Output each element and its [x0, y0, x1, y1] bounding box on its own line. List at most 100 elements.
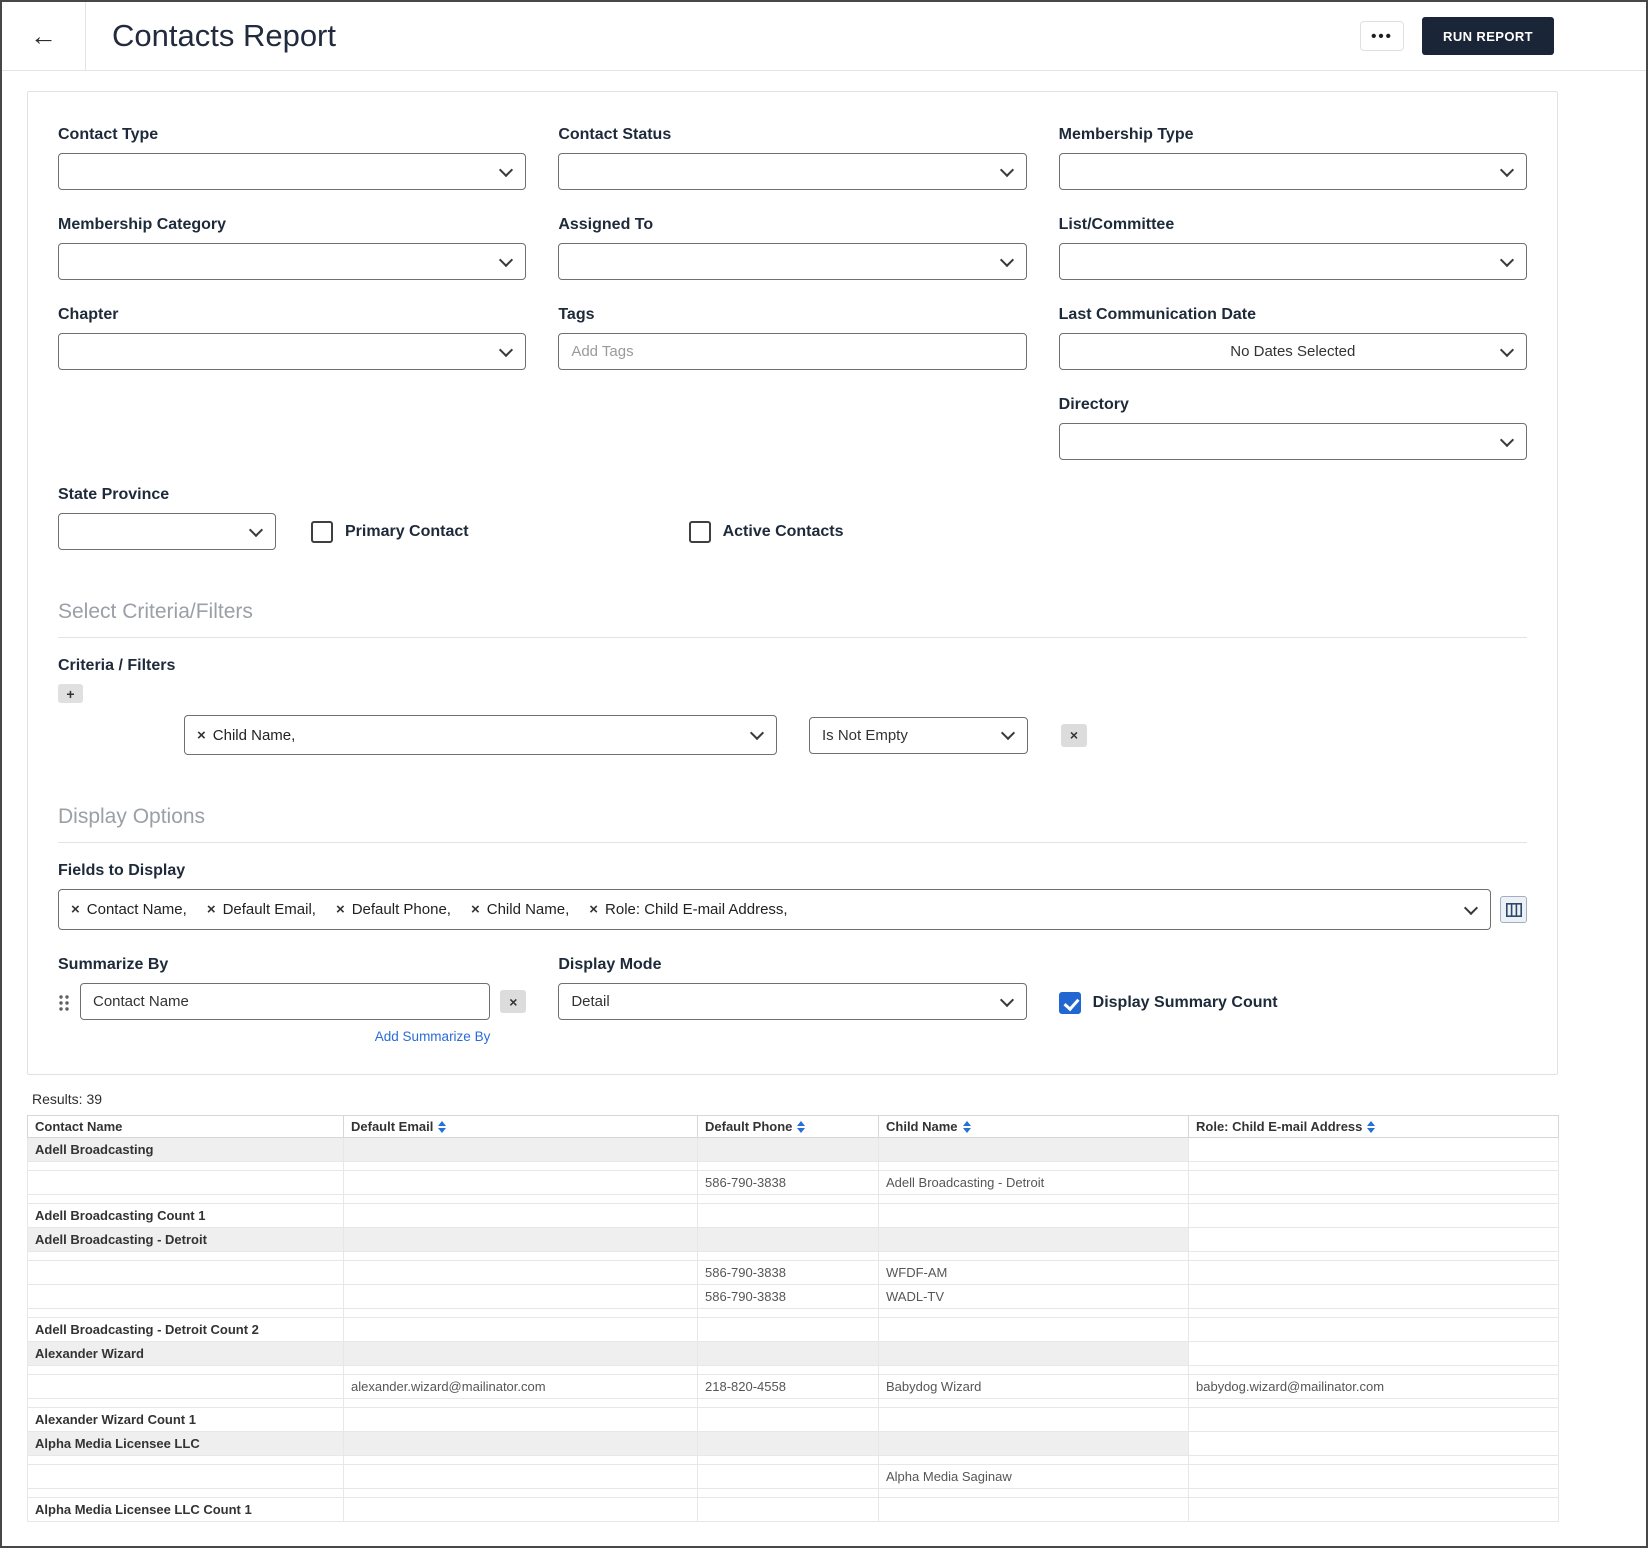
table-cell — [1188, 1227, 1559, 1252]
table-cell — [1188, 1161, 1559, 1171]
table-cell — [343, 1488, 698, 1498]
primary-contact-option: Primary Contact — [311, 521, 469, 543]
table-cell — [1188, 1284, 1559, 1309]
table-cell — [1188, 1203, 1559, 1228]
fields-to-display-select[interactable]: × Contact Name, × Default Email, × Defau… — [58, 889, 1491, 930]
remove-token-icon[interactable]: × — [197, 728, 206, 743]
field-token-label: Default Email, — [222, 901, 316, 918]
summarize-by-column: Summarize By Add Summarize By — [58, 956, 527, 1044]
table-cell — [27, 1194, 344, 1204]
back-button[interactable]: ← — [2, 2, 86, 70]
select-value: No Dates Selected — [1230, 343, 1356, 360]
add-summarize-link[interactable]: Add Summarize By — [80, 1029, 491, 1044]
criteria-section-title: Select Criteria/Filters — [58, 600, 1527, 638]
chapter-select[interactable] — [58, 333, 527, 370]
active-contacts-checkbox[interactable] — [688, 521, 711, 543]
field-token: × Default Email, — [207, 901, 316, 918]
remove-token-icon[interactable]: × — [71, 902, 80, 917]
summarize-remove-button[interactable]: × — [500, 990, 527, 1013]
table-row: Adell Broadcasting Count 1 — [27, 1203, 1559, 1228]
table-cell — [878, 1497, 1189, 1522]
field-label: State Province — [58, 486, 170, 503]
membership-category-select[interactable] — [58, 243, 527, 280]
table-cell — [878, 1455, 1189, 1465]
column-header-child-name[interactable]: Child Name — [878, 1115, 1189, 1138]
contact-status-select[interactable] — [558, 153, 1027, 190]
table-cell — [697, 1227, 879, 1252]
membership-type-select[interactable] — [1058, 153, 1527, 190]
primary-contact-checkbox[interactable] — [311, 521, 333, 543]
remove-token-icon[interactable]: × — [207, 902, 216, 917]
chevron-down-icon — [749, 725, 765, 741]
assigned-to-select[interactable] — [558, 243, 1027, 280]
directory-select[interactable] — [1058, 423, 1527, 460]
table-cell — [1188, 1407, 1559, 1432]
column-header-role-child-email[interactable]: Role: Child E-mail Address — [1188, 1115, 1559, 1138]
drag-handle-icon[interactable] — [58, 994, 70, 1012]
back-arrow-icon: ← — [30, 20, 57, 51]
table-cell — [27, 1398, 344, 1408]
table-cell — [697, 1161, 879, 1171]
table-cell — [343, 1308, 698, 1318]
column-label: Default Email — [351, 1119, 434, 1134]
column-header-default-email[interactable]: Default Email — [343, 1115, 698, 1138]
ellipsis-icon: ••• — [1371, 27, 1393, 45]
field-token-label: Contact Name, — [86, 901, 187, 918]
chevron-down-icon — [999, 252, 1014, 267]
table-cell — [1188, 1308, 1559, 1318]
criteria-operator-select[interactable]: Is Not Empty — [809, 716, 1028, 754]
display-mode-select[interactable]: Detail — [558, 983, 1027, 1020]
topbar: ← Contacts Report ••• RUN REPORT — [2, 2, 1646, 71]
list-committee-select[interactable] — [1058, 243, 1527, 280]
summarize-by-label: Summarize By — [58, 956, 169, 973]
remove-token-icon[interactable]: × — [589, 902, 598, 917]
table-row: Adell Broadcasting — [27, 1137, 1559, 1162]
criteria-remove-button[interactable]: × — [1061, 723, 1087, 747]
more-options-button[interactable]: ••• — [1360, 21, 1405, 51]
contact-type-select[interactable] — [58, 153, 527, 190]
state-province-select[interactable] — [58, 513, 276, 550]
active-contacts-option: Active Contacts — [688, 521, 844, 543]
page-title: Contacts Report — [112, 18, 336, 53]
table-cell — [878, 1398, 1189, 1408]
table-cell — [697, 1398, 879, 1408]
table-cell — [1188, 1365, 1559, 1375]
table-cell — [343, 1497, 698, 1522]
criteria-field-select[interactable]: × Child Name, — [184, 715, 777, 755]
table-cell — [27, 1374, 344, 1399]
field-token: × Role: Child E-mail Address, — [589, 901, 787, 918]
table-cell: Adell Broadcasting - Detroit — [878, 1170, 1189, 1195]
filter-last-communication-date: Last Communication Date No Dates Selecte… — [1058, 306, 1527, 370]
table-cell — [27, 1365, 344, 1375]
table-row: 586-790-3838 Adell Broadcasting - Detroit — [27, 1170, 1559, 1195]
display-summary-count-checkbox[interactable] — [1058, 992, 1081, 1014]
field-label: Assigned To — [558, 216, 654, 233]
chevron-down-icon — [248, 522, 264, 537]
table-row — [27, 1365, 1559, 1375]
table-cell — [697, 1251, 879, 1261]
table-cell: alexander.wizard@mailinator.com — [343, 1374, 698, 1399]
table-row — [27, 1308, 1559, 1318]
table-cell — [1188, 1260, 1559, 1285]
table-cell — [697, 1464, 879, 1489]
tags-input[interactable] — [558, 333, 1027, 370]
run-report-button[interactable]: RUN REPORT — [1422, 17, 1554, 55]
column-header-contact-name[interactable]: Contact Name — [27, 1115, 344, 1138]
sort-icon — [962, 1120, 971, 1133]
last-communication-date-select[interactable]: No Dates Selected — [1058, 333, 1527, 370]
remove-token-icon[interactable]: × — [471, 902, 480, 917]
table-cell — [697, 1341, 879, 1366]
summarize-by-input[interactable] — [80, 983, 491, 1020]
add-criteria-button[interactable]: + — [58, 684, 83, 703]
filter-tags: Tags — [558, 306, 1027, 370]
table-cell — [878, 1365, 1189, 1375]
table-cell: 586-790-3838 — [697, 1170, 879, 1195]
column-settings-button[interactable] — [1500, 896, 1527, 923]
table-cell — [27, 1464, 344, 1489]
table-cell: Alexander Wizard Count 1 — [27, 1407, 344, 1432]
remove-token-icon[interactable]: × — [336, 902, 345, 917]
chevron-down-icon — [1463, 900, 1479, 915]
column-header-default-phone[interactable]: Default Phone — [697, 1115, 879, 1138]
filter-list-committee: List/Committee — [1058, 216, 1527, 280]
table-row — [27, 1161, 1559, 1171]
